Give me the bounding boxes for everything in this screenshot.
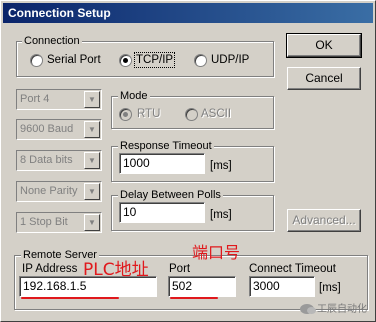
port-value: 502 [172,279,193,293]
baud-select: 9600 Baud ▼ [16,119,102,140]
connection-group-label: Connection [22,35,82,47]
data-bits-select-value: 8 Data bits [20,154,73,166]
radio-rtu [119,108,132,121]
connect-timeout-label: Connect Timeout [249,263,336,275]
stop-bits-select-value: 1 Stop Bit [20,216,68,228]
annotation-underline-ip [21,297,119,299]
radio-serial-port[interactable] [30,54,43,67]
response-timeout-unit: [ms] [210,160,232,172]
chevron-down-icon: ▼ [84,152,100,169]
ok-button[interactable]: OK [286,33,362,58]
parity-select-value: None Parity [20,185,78,197]
delay-between-polls-unit: [ms] [210,209,232,221]
radio-udp-ip[interactable] [194,54,207,67]
radio-serial-port-label: Serial Port [47,54,101,66]
delay-between-polls-input[interactable]: 10 [119,202,205,223]
title-bar: Connection Setup [3,3,373,23]
window-title: Connection Setup [8,6,111,20]
baud-select-value: 9600 Baud [20,123,74,135]
radio-tcp-ip[interactable] [119,54,132,67]
response-timeout-label: Response Timeout [118,140,214,152]
connection-setup-dialog: Connection Setup OK Cancel Advanced... C… [0,0,376,322]
wechat-icon [300,304,316,314]
radio-selected-dot [123,112,128,117]
annotation-underline-port [170,297,218,299]
connect-timeout-unit: [ms] [319,282,341,294]
radio-rtu-label: RTU [137,108,161,120]
ip-address-label: IP Address [22,263,78,275]
ip-address-value: 192.168.1.5 [23,279,87,293]
connect-timeout-input[interactable]: 3000 [249,276,315,297]
watermark: 工辰自动化 [300,300,367,315]
cancel-button[interactable]: Cancel [287,67,361,90]
radio-udp-ip-label: UDP/IP [211,54,250,66]
stop-bits-select: 1 Stop Bit ▼ [16,212,102,233]
radio-ascii-label: ASCII [201,108,232,120]
chevron-down-icon: ▼ [84,214,100,231]
port-label: Port [169,263,191,275]
watermark-text: 工辰自动化 [317,304,367,315]
chevron-down-icon: ▼ [84,183,100,200]
radio-selected-dot [123,58,128,63]
response-timeout-value: 1000 [123,156,150,170]
mode-group-label: Mode [118,90,150,102]
annotation-plc-address: PLC地址 [83,260,149,280]
port-select: Port 4 ▼ [16,89,102,110]
annotation-port-number: 端口号 [192,243,241,262]
parity-select: None Parity ▼ [16,181,102,202]
chevron-down-icon: ▼ [84,91,100,108]
radio-tcp-ip-label: TCP/IP [133,52,176,68]
delay-between-polls-value: 10 [123,205,137,219]
data-bits-select: 8 Data bits ▼ [16,150,102,171]
chevron-down-icon: ▼ [84,121,100,138]
radio-ascii [185,108,198,121]
advanced-button: Advanced... [287,209,361,232]
port-select-value: Port 4 [20,93,50,105]
response-timeout-input[interactable]: 1000 [119,153,205,174]
delay-between-polls-label: Delay Between Polls [118,189,223,201]
connect-timeout-value: 3000 [253,279,280,293]
port-input[interactable]: 502 [168,276,236,297]
